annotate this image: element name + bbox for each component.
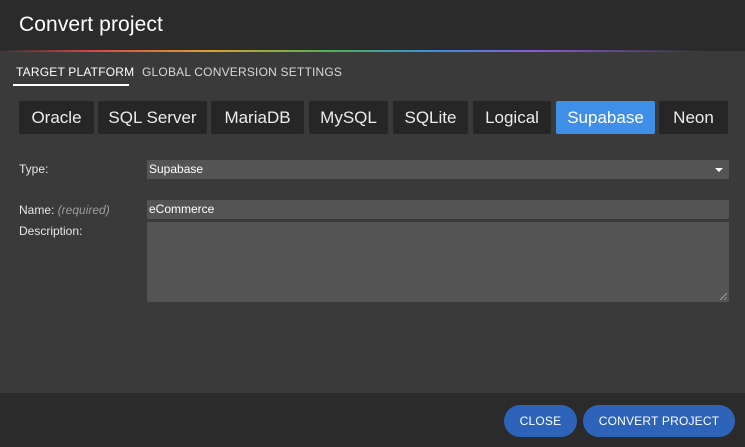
platform-button-oracle[interactable]: Oracle (19, 101, 94, 134)
description-textarea[interactable] (147, 222, 729, 302)
resize-grip-icon[interactable] (720, 293, 727, 300)
platform-button-sqlite[interactable]: SQLite (393, 101, 468, 134)
type-label: Type: (19, 162, 49, 176)
platform-button-mysql[interactable]: MySQL (309, 101, 388, 134)
convert-project-button[interactable]: CONVERT PROJECT (583, 405, 735, 437)
dialog-footer: CLOSE CONVERT PROJECT (0, 393, 745, 447)
name-label: Name: (required) (19, 203, 110, 217)
dialog-title: Convert project (19, 13, 163, 36)
tab-bar: TARGET PLATFORM GLOBAL CONVERSION SETTIN… (0, 52, 745, 90)
type-select[interactable]: Supabase (147, 160, 729, 179)
close-button[interactable]: CLOSE (504, 405, 577, 437)
type-select-value: Supabase (149, 162, 204, 176)
name-required-hint: (required) (57, 203, 110, 217)
platform-button-mariadb[interactable]: MariaDB (211, 101, 304, 134)
name-label-text: Name: (19, 203, 55, 217)
platform-button-neon[interactable]: Neon (659, 101, 728, 134)
dialog-header: Convert project (0, 0, 745, 51)
description-label: Description: (19, 224, 83, 238)
platform-button-supabase[interactable]: Supabase (556, 101, 655, 134)
tab-global-conversion-settings[interactable]: GLOBAL CONVERSION SETTINGS (142, 65, 342, 79)
active-tab-indicator (13, 84, 129, 86)
convert-project-dialog: Convert project TARGET PLATFORM GLOBAL C… (0, 0, 745, 447)
tab-target-platform[interactable]: TARGET PLATFORM (16, 65, 134, 79)
platform-button-logical[interactable]: Logical (473, 101, 551, 134)
name-input[interactable]: eCommerce (147, 200, 729, 219)
platform-button-sql-server[interactable]: SQL Server (98, 101, 207, 134)
chevron-down-icon (715, 168, 723, 172)
